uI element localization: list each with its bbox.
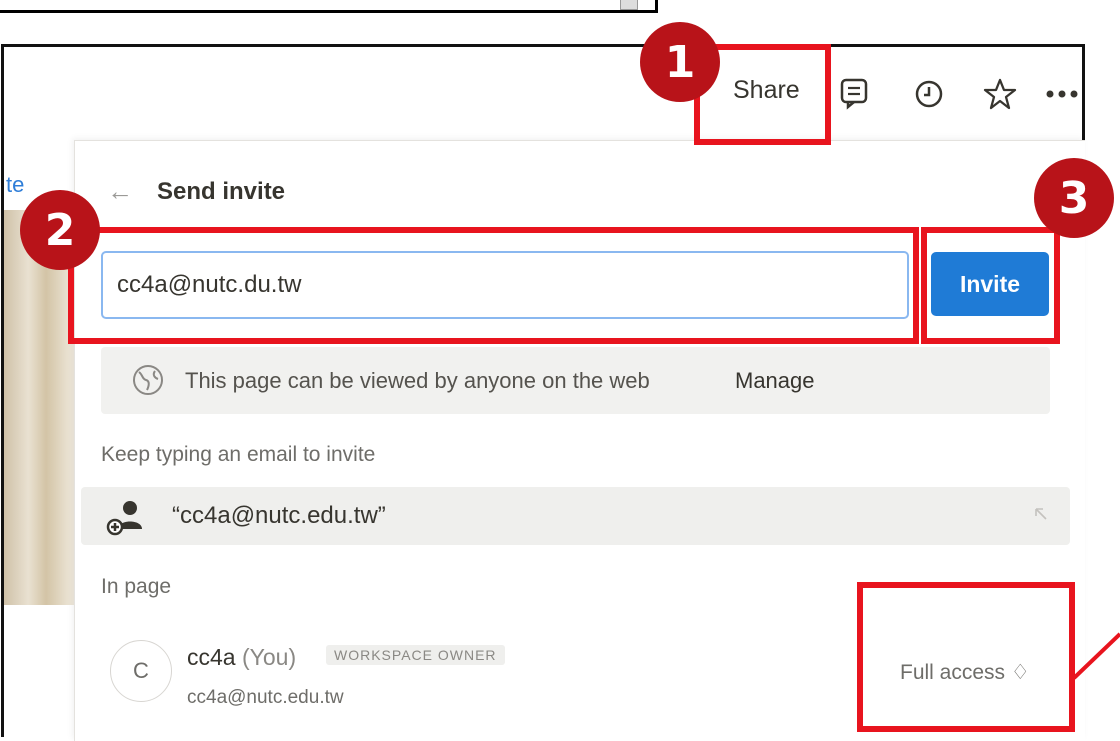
- back-arrow-icon[interactable]: ←: [107, 176, 133, 207]
- manage-link[interactable]: Manage: [735, 368, 815, 394]
- comment-icon[interactable]: [838, 76, 872, 110]
- arrow-pointer-line: [1072, 632, 1120, 680]
- step-badge-2: 2: [20, 190, 100, 270]
- member-name: cc4a (You): [187, 644, 297, 670]
- window-control-icon: [620, 0, 638, 10]
- arrow-up-left-icon: [1035, 508, 1047, 520]
- add-person-icon: [106, 501, 142, 536]
- step-badge-3: 3: [1034, 158, 1114, 238]
- highlight-box-email: [68, 227, 919, 344]
- notice-text: This page can be viewed by anyone on the…: [185, 368, 650, 393]
- suggested-email: “cc4a@nutc.edu.tw”: [172, 502, 386, 529]
- history-clock-icon[interactable]: [912, 77, 946, 111]
- top-cropped-window-edge: [0, 0, 658, 13]
- more-dots-icon[interactable]: [1044, 86, 1080, 102]
- avatar: C: [110, 640, 172, 702]
- highlight-box-access: [857, 582, 1075, 732]
- star-icon[interactable]: [982, 76, 1018, 112]
- globe-icon: [133, 365, 163, 395]
- typing-hint: Keep typing an email to invite: [101, 443, 376, 466]
- sidebar-link[interactable]: te: [6, 172, 24, 198]
- step-badge-1: 1: [640, 22, 720, 102]
- in-page-section-label: In page: [101, 575, 172, 598]
- member-email: cc4a@nutc.edu.tw: [187, 687, 344, 708]
- highlight-box-invite: [921, 227, 1060, 344]
- role-badge: WORKSPACE OWNER: [326, 645, 505, 665]
- panel-title: Send invite: [157, 178, 286, 205]
